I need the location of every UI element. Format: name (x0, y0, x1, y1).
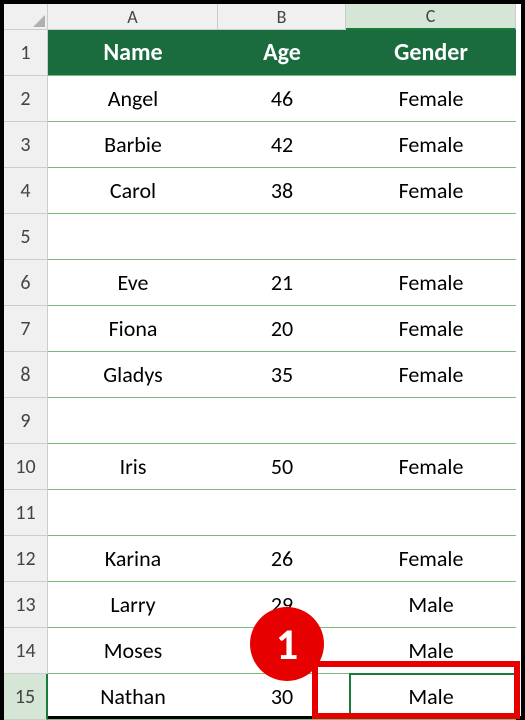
col-head-a[interactable]: A (48, 4, 218, 30)
spreadsheet-grid: A B C 1 Name Age Gender 2 Angel 46 Femal… (4, 4, 521, 720)
cell-c14[interactable]: Male (346, 628, 516, 674)
row-head-12[interactable]: 12 (4, 536, 48, 582)
row-head-5[interactable]: 5 (4, 214, 48, 260)
row-head-6[interactable]: 6 (4, 260, 48, 306)
cell-c5[interactable] (346, 214, 516, 260)
row-head-9[interactable]: 9 (4, 398, 48, 444)
row-head-2[interactable]: 2 (4, 76, 48, 122)
cell-b12[interactable]: 26 (218, 536, 346, 582)
cell-c9[interactable] (346, 398, 516, 444)
row-head-10[interactable]: 10 (4, 444, 48, 490)
cell-c1-header[interactable]: Gender (346, 30, 516, 76)
cell-b6[interactable]: 21 (218, 260, 346, 306)
cell-b11[interactable] (218, 490, 346, 536)
col-head-c[interactable]: C (346, 4, 516, 30)
cell-c8[interactable]: Female (346, 352, 516, 398)
cell-b5[interactable] (218, 214, 346, 260)
cell-c10[interactable]: Female (346, 444, 516, 490)
col-head-b[interactable]: B (218, 4, 346, 30)
cell-c3[interactable]: Female (346, 122, 516, 168)
spreadsheet-container: A B C 1 Name Age Gender 2 Angel 46 Femal… (0, 0, 525, 720)
cell-a15[interactable]: Nathan (48, 674, 218, 720)
cell-b10[interactable]: 50 (218, 444, 346, 490)
row-head-11[interactable]: 11 (4, 490, 48, 536)
cell-b7[interactable]: 20 (218, 306, 346, 352)
cell-c4[interactable]: Female (346, 168, 516, 214)
cell-a8[interactable]: Gladys (48, 352, 218, 398)
cell-a10[interactable]: Iris (48, 444, 218, 490)
cell-b3[interactable]: 42 (218, 122, 346, 168)
cell-b13[interactable]: 29 (218, 582, 346, 628)
cell-b1-header[interactable]: Age (218, 30, 346, 76)
cell-a14[interactable]: Moses (48, 628, 218, 674)
cell-a4[interactable]: Carol (48, 168, 218, 214)
cell-b2[interactable]: 46 (218, 76, 346, 122)
cell-c11[interactable] (346, 490, 516, 536)
select-all-corner[interactable] (4, 4, 48, 30)
cell-c13[interactable]: Male (346, 582, 516, 628)
cell-c12[interactable]: Female (346, 536, 516, 582)
row-head-8[interactable]: 8 (4, 352, 48, 398)
cell-a1-header[interactable]: Name (48, 30, 218, 76)
cell-b8[interactable]: 35 (218, 352, 346, 398)
cell-b4[interactable]: 38 (218, 168, 346, 214)
cell-a6[interactable]: Eve (48, 260, 218, 306)
cell-c7[interactable]: Female (346, 306, 516, 352)
row-head-13[interactable]: 13 (4, 582, 48, 628)
cell-a11[interactable] (48, 490, 218, 536)
row-head-15[interactable]: 15 (4, 674, 48, 720)
cell-a12[interactable]: Karina (48, 536, 218, 582)
cell-b9[interactable] (218, 398, 346, 444)
row-head-14[interactable]: 14 (4, 628, 48, 674)
cell-c6[interactable]: Female (346, 260, 516, 306)
row-head-3[interactable]: 3 (4, 122, 48, 168)
cell-a7[interactable]: Fiona (48, 306, 218, 352)
cell-a3[interactable]: Barbie (48, 122, 218, 168)
cell-b14[interactable]: 26 (218, 628, 346, 674)
cell-a9[interactable] (48, 398, 218, 444)
row-head-7[interactable]: 7 (4, 306, 48, 352)
cell-a13[interactable]: Larry (48, 582, 218, 628)
cell-c2[interactable]: Female (346, 76, 516, 122)
cell-c15-active[interactable]: Male (346, 674, 516, 720)
row-head-4[interactable]: 4 (4, 168, 48, 214)
row-head-1[interactable]: 1 (4, 30, 48, 76)
cell-a5[interactable] (48, 214, 218, 260)
cell-b15[interactable]: 30 (218, 674, 346, 720)
cell-a2[interactable]: Angel (48, 76, 218, 122)
